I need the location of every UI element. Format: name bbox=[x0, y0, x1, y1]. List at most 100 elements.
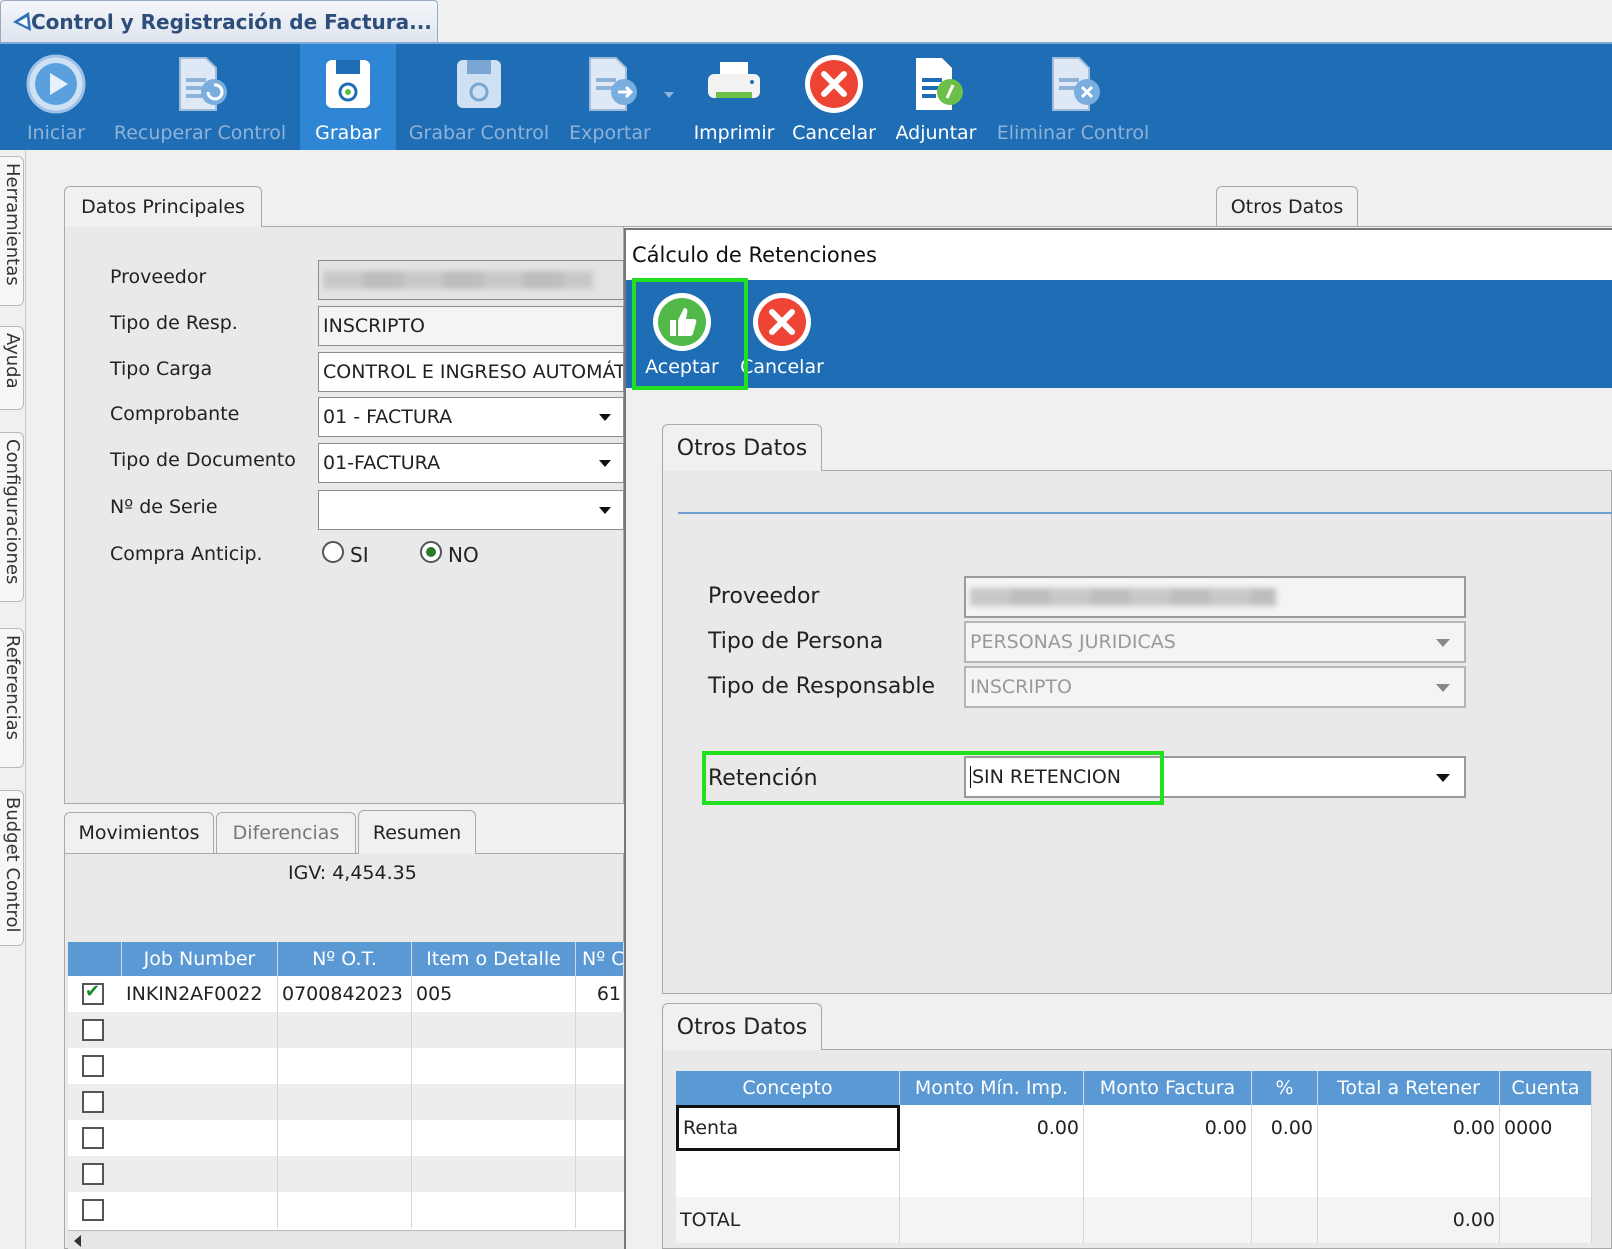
col-concepto[interactable]: Concepto bbox=[676, 1071, 900, 1105]
grid-header-check bbox=[68, 942, 122, 976]
radio-no[interactable] bbox=[420, 541, 442, 563]
numero-serie-select[interactable] bbox=[318, 490, 624, 530]
exportar-dropdown-arrow-icon[interactable] bbox=[664, 92, 674, 98]
job-number-cell: INKIN2AF0022 bbox=[122, 976, 278, 1012]
section-divider bbox=[678, 512, 1612, 514]
total-label: TOTAL bbox=[676, 1197, 900, 1243]
tipo-resp-label: Tipo de Resp. bbox=[110, 312, 238, 334]
tipo-documento-select[interactable]: 01-FACTURA bbox=[318, 443, 624, 483]
cancelar-button[interactable]: Cancelar bbox=[788, 44, 880, 150]
row-checkbox[interactable] bbox=[82, 1199, 104, 1221]
cuenta-cell: 0000 bbox=[1500, 1105, 1592, 1151]
dialog-title: Cálculo de Retenciones bbox=[626, 230, 1612, 280]
side-tab-herramientas[interactable]: Herramientas bbox=[0, 156, 24, 306]
col-total-retener[interactable]: Total a Retener bbox=[1318, 1071, 1500, 1105]
tipo-carga-label: Tipo Carga bbox=[110, 358, 213, 380]
app-logo-icon bbox=[13, 12, 31, 31]
dialog-otros-datos-panel bbox=[662, 470, 1612, 994]
table-row[interactable] bbox=[68, 1120, 624, 1156]
tipo-documento-label: Tipo de Documento bbox=[110, 449, 296, 471]
grid-header-ot[interactable]: Nº O.T. bbox=[278, 942, 412, 976]
adjuntar-button[interactable]: Adjuntar bbox=[890, 44, 982, 150]
tipo-persona-label: Tipo de Persona bbox=[708, 629, 884, 654]
dialog-proveedor-field[interactable] bbox=[964, 576, 1466, 618]
dialog-toolbar: Aceptar Cancelar bbox=[626, 280, 1612, 388]
grid-header-item[interactable]: Item o Detalle bbox=[412, 942, 576, 976]
comprobante-select[interactable]: 01 - FACTURA bbox=[318, 397, 624, 437]
scroll-left-arrow-icon[interactable] bbox=[74, 1235, 81, 1247]
table-row[interactable] bbox=[68, 1012, 624, 1048]
exportar-button[interactable]: Exportar bbox=[562, 44, 658, 150]
grid-header-job-number[interactable]: Job Number bbox=[122, 942, 278, 976]
dialog-tab-otros-datos[interactable]: Otros Datos bbox=[662, 424, 822, 471]
attach-clip-icon bbox=[916, 58, 963, 110]
total-retener-cell: 0.00 bbox=[1318, 1105, 1500, 1151]
tipo-persona-select[interactable]: PERSONAS JURIDICAS bbox=[964, 621, 1466, 663]
table-row[interactable]: INKIN2AF0022 0700842023 005 61 bbox=[68, 976, 624, 1012]
side-tab-configuraciones[interactable]: Configuraciones bbox=[0, 432, 24, 602]
grabar-button[interactable]: Grabar bbox=[300, 44, 396, 150]
horizontal-scrollbar[interactable] bbox=[68, 1230, 624, 1249]
radio-no-dot bbox=[426, 547, 436, 557]
monto-factura-cell: 0.00 bbox=[1084, 1105, 1252, 1151]
grid-header-nc[interactable]: Nº C bbox=[576, 942, 624, 976]
total-value: 0.00 bbox=[1318, 1197, 1500, 1243]
tipo-responsable-select[interactable]: INSCRIPTO bbox=[964, 666, 1466, 708]
document-export-icon bbox=[589, 57, 637, 111]
col-porcentaje[interactable]: % bbox=[1252, 1071, 1318, 1105]
printer-icon bbox=[708, 62, 760, 98]
tipo-resp-field[interactable]: INSCRIPTO bbox=[318, 306, 624, 346]
tab-movimientos[interactable]: Movimientos bbox=[64, 812, 214, 853]
col-cuenta[interactable]: Cuenta bbox=[1500, 1071, 1592, 1105]
tab-datos-principales[interactable]: Datos Principales bbox=[64, 186, 262, 227]
save-disk-icon bbox=[457, 60, 501, 108]
table-row[interactable]: Renta 0.00 0.00 0.00 0.00 0000 bbox=[676, 1105, 1592, 1151]
compra-anticip-label: Compra Anticip. bbox=[110, 543, 263, 565]
row-checkbox[interactable] bbox=[82, 1163, 104, 1185]
row-checkbox[interactable] bbox=[82, 1019, 104, 1041]
window-tab[interactable]: Control y Registración de Factura... bbox=[0, 0, 438, 42]
side-tab-referencias[interactable]: Referencias bbox=[0, 628, 24, 768]
row-checkbox[interactable] bbox=[82, 1091, 104, 1113]
dialog-cancelar-button[interactable]: Cancelar bbox=[736, 286, 828, 382]
side-tab-ayuda[interactable]: Ayuda bbox=[0, 326, 24, 410]
tab-diferencias[interactable]: Diferencias bbox=[216, 812, 356, 853]
dialog-tab-otros-datos-2[interactable]: Otros Datos bbox=[662, 1003, 822, 1050]
dialog-proveedor-label: Proveedor bbox=[708, 584, 820, 609]
table-row[interactable] bbox=[676, 1151, 1592, 1197]
retenciones-table-header: Concepto Monto Mín. Imp. Monto Factura %… bbox=[676, 1071, 1592, 1105]
aceptar-highlight-box bbox=[632, 278, 748, 390]
proveedor-field[interactable] bbox=[318, 260, 624, 300]
movimientos-grid-header: Job Number Nº O.T. Item o Detalle Nº C bbox=[68, 942, 624, 976]
total-row: TOTAL 0.00 bbox=[676, 1197, 1592, 1243]
col-monto-min-imp[interactable]: Monto Mín. Imp. bbox=[900, 1071, 1084, 1105]
document-delete-icon bbox=[1052, 57, 1100, 111]
grabar-control-button[interactable]: Grabar Control bbox=[406, 44, 552, 150]
row-checkbox[interactable] bbox=[82, 981, 104, 1005]
tab-resumen[interactable]: Resumen bbox=[358, 810, 476, 854]
comprobante-label: Comprobante bbox=[110, 403, 240, 425]
table-row[interactable] bbox=[68, 1156, 624, 1192]
main-toolbar: Iniciar Recuperar Control Grabar Grabar … bbox=[0, 42, 1612, 150]
col-monto-factura[interactable]: Monto Factura bbox=[1084, 1071, 1252, 1105]
tipo-carga-field[interactable]: CONTROL E INGRESO AUTOMÁTIC bbox=[318, 352, 624, 392]
igv-total-text: IGV: 4,454.35 bbox=[288, 862, 417, 884]
table-row[interactable] bbox=[68, 1192, 624, 1230]
radio-si[interactable] bbox=[322, 541, 344, 563]
cancel-x-icon bbox=[805, 55, 863, 113]
row-checkbox[interactable] bbox=[82, 1127, 104, 1149]
table-row[interactable] bbox=[68, 1084, 624, 1120]
monto-min-cell: 0.00 bbox=[900, 1105, 1084, 1151]
imprimir-button[interactable]: Imprimir bbox=[690, 44, 778, 150]
window-title: Control y Registración de Factura... bbox=[31, 9, 432, 34]
eliminar-control-button[interactable]: Eliminar Control bbox=[994, 44, 1152, 150]
iniciar-button[interactable]: Iniciar bbox=[18, 44, 94, 150]
row-checkbox[interactable] bbox=[82, 1055, 104, 1077]
side-tab-budget-control[interactable]: Budget Control bbox=[0, 790, 24, 946]
recuperar-control-button[interactable]: Recuperar Control bbox=[112, 44, 288, 150]
redacted-value bbox=[970, 588, 1277, 606]
concepto-cell[interactable]: Renta bbox=[676, 1105, 900, 1151]
play-icon bbox=[26, 54, 86, 114]
table-row[interactable] bbox=[68, 1048, 624, 1084]
tab-otros-datos[interactable]: Otros Datos bbox=[1216, 186, 1358, 227]
